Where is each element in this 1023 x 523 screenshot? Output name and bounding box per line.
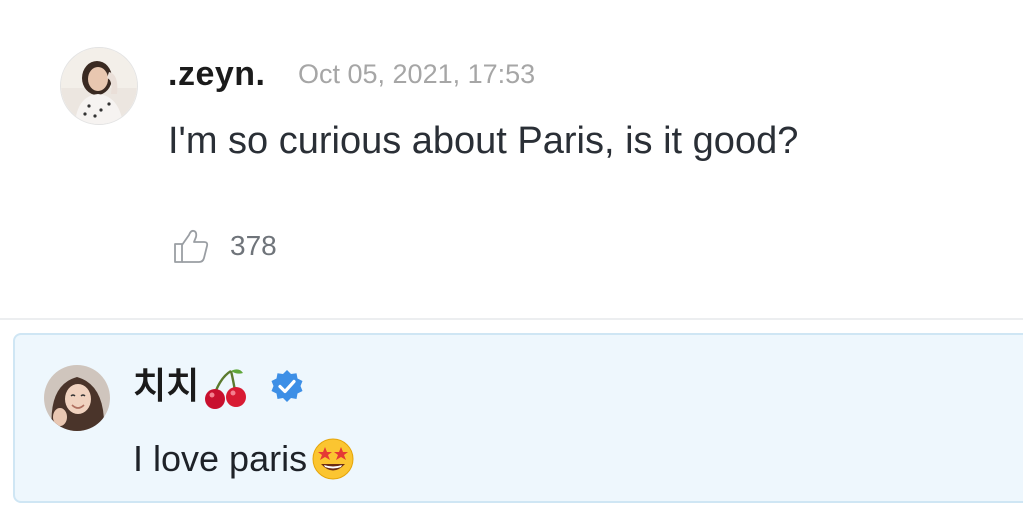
comment-username[interactable]: .zeyn. [168,52,265,96]
reply-author: 치치 [133,361,305,413]
star-struck-icon [312,438,354,480]
reply-text-row: I love paris [133,435,357,483]
comment-text: I'm so curious about Paris, is it good? [168,120,799,162]
reply-text: I love paris [133,438,308,479]
cherry-icon [205,369,247,409]
comment-thread: .zeyn. Oct 05, 2021, 17:53 I'm so curiou… [0,0,1023,523]
reply: 치치 I love paris [13,333,1023,503]
comment-timestamp: Oct 05, 2021, 17:53 [298,59,536,89]
like-button[interactable]: 378 [172,226,277,266]
reply-username[interactable]: 치치 [133,364,199,410]
comment: .zeyn. Oct 05, 2021, 17:53 I'm so curiou… [0,0,1023,318]
thumbs-up-icon[interactable] [172,227,210,265]
avatar[interactable] [60,47,138,125]
like-count: 378 [230,230,277,261]
avatar[interactable] [44,365,110,431]
divider [0,318,1023,320]
verified-badge-icon [271,370,303,402]
